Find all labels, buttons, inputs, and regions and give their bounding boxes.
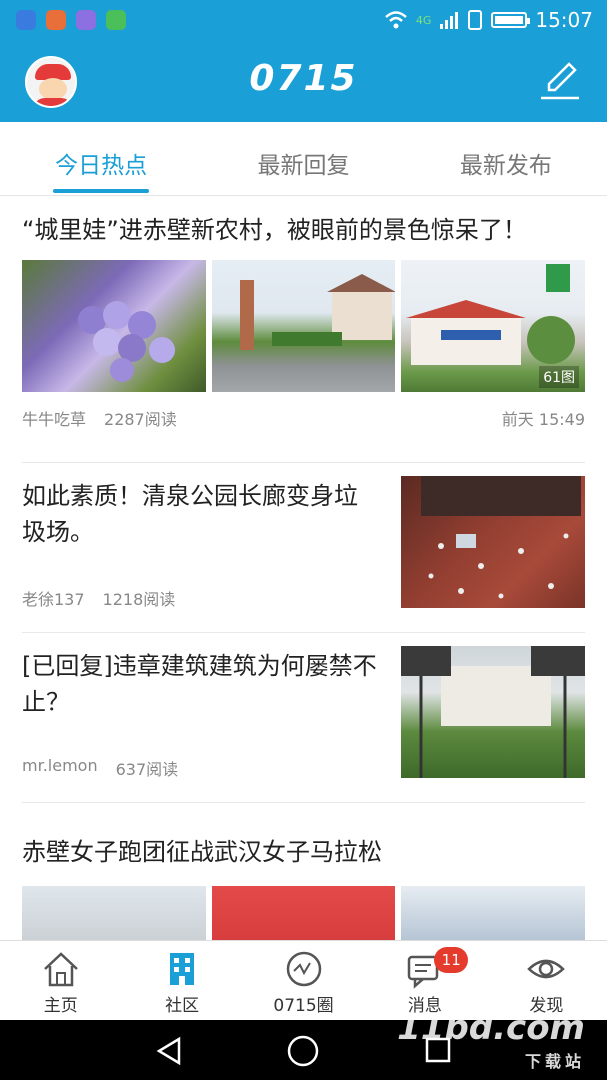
status-bar: 4G 15:07 xyxy=(0,0,607,42)
post-title[interactable]: “城里娃”进赤壁新农村，被眼前的景色惊呆了！ xyxy=(22,212,585,248)
app-notification-icon xyxy=(16,10,36,30)
post-meta: 老徐137 1218阅读 xyxy=(22,586,175,610)
post-meta: 牛牛吃草 2287阅读 前天 15:49 xyxy=(22,406,585,430)
nav-circle[interactable]: 0715圈 xyxy=(243,941,364,1020)
home-system-icon[interactable] xyxy=(286,1034,320,1068)
post-author[interactable]: 老徐137 xyxy=(22,586,85,610)
nav-label: 社区 xyxy=(165,996,200,1016)
app-logo: 0715 xyxy=(249,58,358,99)
tab-today-hot[interactable]: 今日热点 xyxy=(0,122,202,195)
watermark-main: 11bd.com xyxy=(397,1008,585,1048)
post-author[interactable]: 牛牛吃草 xyxy=(22,406,86,430)
post-title[interactable]: 赤壁女子跑团征战武汉女子马拉松 xyxy=(22,834,585,870)
home-icon xyxy=(43,952,78,987)
network-type: 4G xyxy=(415,13,432,27)
post-image[interactable] xyxy=(211,260,396,392)
grapes-painting-image xyxy=(78,301,175,382)
wifi-icon xyxy=(384,11,407,29)
post-images[interactable] xyxy=(22,886,586,940)
village-square-image xyxy=(239,274,396,350)
app-notification-icon xyxy=(76,10,96,30)
post-reads: 1218阅读 xyxy=(102,590,176,609)
notification-icons xyxy=(16,10,126,30)
edit-icon[interactable] xyxy=(535,56,583,104)
app-header: 0715 xyxy=(0,42,607,122)
back-icon[interactable] xyxy=(155,1036,183,1066)
clock: 15:07 xyxy=(535,8,593,32)
post-meta: mr.lemon 637阅读 xyxy=(22,756,178,780)
nav-label: 0715圈 xyxy=(273,996,334,1016)
tab-latest-reply[interactable]: 最新回复 xyxy=(202,122,404,195)
post-reads: 637阅读 xyxy=(115,760,179,779)
post-item[interactable]: “城里娃”进赤壁新农村，被眼前的景色惊呆了！ 61图 牛牛吃草 2287阅读 前… xyxy=(22,212,586,430)
post-reads: 2287阅读 xyxy=(104,410,177,429)
sim-icon xyxy=(468,10,483,30)
building-behind-fence-image xyxy=(401,646,585,778)
nav-home[interactable]: 主页 xyxy=(0,941,121,1020)
watermark-sub: 下载站 xyxy=(524,1052,585,1071)
littered-floor-image xyxy=(421,476,581,599)
divider xyxy=(22,462,585,463)
circle-icon xyxy=(286,951,321,987)
post-image[interactable] xyxy=(401,476,585,608)
app-notification-icon xyxy=(106,10,126,30)
post-title[interactable]: 如此素质！清泉公园长廊变身垃圾场。 xyxy=(22,478,372,550)
divider xyxy=(22,632,585,633)
tab-bar: 今日热点 最新回复 最新发布 xyxy=(0,122,607,196)
discover-eye-icon xyxy=(527,959,566,979)
post-author[interactable]: mr.lemon xyxy=(22,756,98,780)
nav-community[interactable]: 社区 xyxy=(121,941,242,1020)
post-item[interactable]: 赤壁女子跑团征战武汉女子马拉松 xyxy=(22,834,586,940)
unread-badge: 11 xyxy=(434,947,469,973)
divider xyxy=(22,802,585,803)
post-image[interactable] xyxy=(22,260,206,392)
watermark-logo: 11bd.com 下载站 xyxy=(397,1008,585,1072)
post-title[interactable]: [已回复]违章建筑建筑为何屡禁不止？ xyxy=(22,648,382,720)
post-image[interactable] xyxy=(401,886,586,940)
post-image[interactable]: 61图 xyxy=(401,260,586,392)
post-feed[interactable]: “城里娃”进赤壁新农村，被眼前的景色惊呆了！ 61图 牛牛吃草 2287阅读 前… xyxy=(0,196,607,940)
post-image[interactable] xyxy=(211,886,396,940)
post-time: 前天 15:49 xyxy=(501,410,585,429)
post-image[interactable] xyxy=(22,886,206,940)
signal-icon xyxy=(440,12,459,29)
community-icon xyxy=(170,953,195,985)
post-image[interactable] xyxy=(401,646,585,778)
image-count-badge: 61图 xyxy=(539,366,580,388)
post-images[interactable]: 61图 xyxy=(22,260,586,392)
app-notification-icon xyxy=(46,10,66,30)
tab-latest-post[interactable]: 最新发布 xyxy=(405,122,607,195)
battery-icon xyxy=(491,12,531,28)
nav-label: 主页 xyxy=(43,996,78,1016)
